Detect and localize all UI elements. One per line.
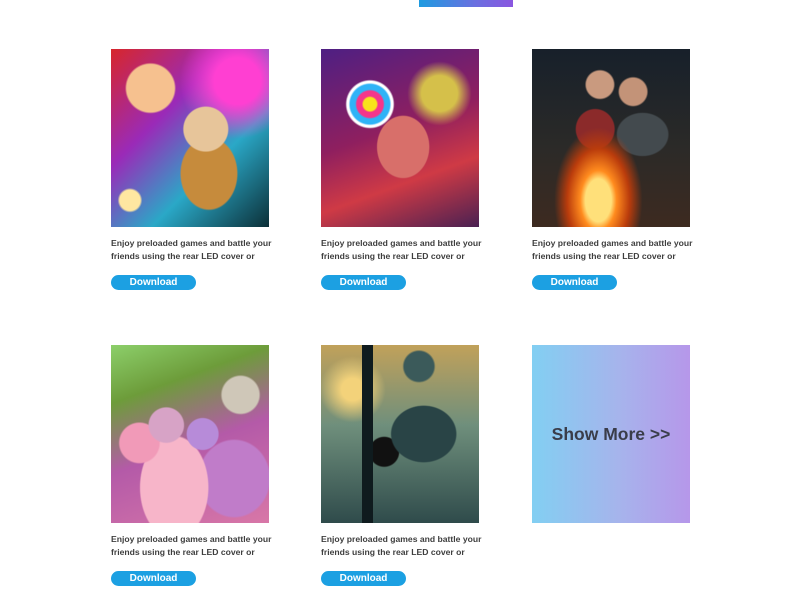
card-image[interactable] xyxy=(111,49,269,227)
card-image[interactable] xyxy=(321,345,479,523)
show-more-label: Show More >> xyxy=(551,423,671,444)
download-button[interactable]: Download xyxy=(532,275,617,290)
page: Enjoy preloaded games and battle your fr… xyxy=(0,0,800,600)
card-2: Enjoy preloaded games and battle your fr… xyxy=(321,49,481,290)
card-4: Enjoy preloaded games and battle your fr… xyxy=(111,345,271,586)
show-more-button[interactable]: Show More >> xyxy=(532,345,690,523)
card-caption: Enjoy preloaded games and battle your fr… xyxy=(321,238,482,261)
download-button[interactable]: Download xyxy=(111,571,196,586)
card-5: Enjoy preloaded games and battle your fr… xyxy=(321,345,481,586)
card-image[interactable] xyxy=(111,345,269,523)
download-button[interactable]: Download xyxy=(321,571,406,586)
top-accent-bar xyxy=(419,0,513,7)
download-button[interactable]: Download xyxy=(111,275,196,290)
card-1: Enjoy preloaded games and battle your fr… xyxy=(111,49,271,290)
download-button[interactable]: Download xyxy=(321,275,406,290)
card-caption: Enjoy preloaded games and battle your fr… xyxy=(111,238,272,261)
card-image[interactable] xyxy=(321,49,479,227)
card-caption: Enjoy preloaded games and battle your fr… xyxy=(321,534,482,557)
card-image[interactable] xyxy=(532,49,690,227)
card-caption: Enjoy preloaded games and battle your fr… xyxy=(111,534,272,557)
card-3: Enjoy preloaded games and battle your fr… xyxy=(532,49,692,290)
card-caption: Enjoy preloaded games and battle your fr… xyxy=(532,238,693,261)
